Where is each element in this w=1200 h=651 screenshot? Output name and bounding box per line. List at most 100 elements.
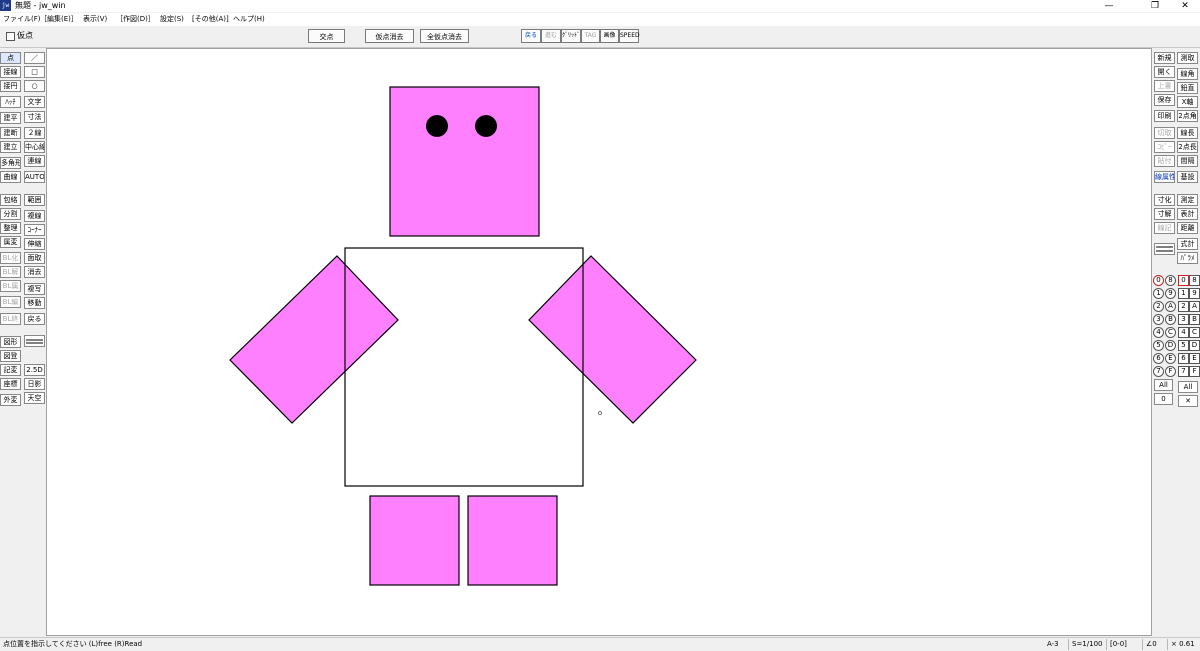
layer-0-button[interactable]: 0 — [1153, 275, 1164, 286]
tool-block-edit[interactable]: BL編 — [0, 296, 21, 308]
tool-parametric[interactable]: ﾊﾟﾗﾒ — [1177, 252, 1198, 264]
layer-8-button[interactable]: 8 — [1165, 275, 1176, 286]
tool-center-line[interactable]: 中心線 — [24, 141, 45, 153]
group-4-button[interactable]: 4 — [1178, 327, 1189, 338]
tool-polygon[interactable]: 多角形 — [0, 157, 21, 169]
group-f-button[interactable]: F — [1189, 366, 1200, 377]
paper-size[interactable]: A-3 — [1047, 639, 1059, 650]
tool-block-end[interactable]: BL終 — [0, 313, 21, 325]
tag-button[interactable]: TAG — [581, 29, 600, 43]
tool-building-plan[interactable]: 建平 — [0, 112, 21, 124]
tool-print[interactable]: 印刷 — [1154, 110, 1175, 122]
tool-double-line[interactable]: ２線 — [24, 127, 45, 139]
group-7-button[interactable]: 7 — [1178, 366, 1189, 377]
group-8-button[interactable]: 8 — [1189, 275, 1200, 286]
speed-button[interactable]: SPEED — [619, 29, 640, 43]
group-b-button[interactable]: B — [1189, 314, 1200, 325]
tool-building-elevation[interactable]: 建立 — [0, 141, 21, 153]
tool-open[interactable]: 開く — [1154, 66, 1175, 78]
tool-building-section[interactable]: 建断 — [0, 127, 21, 139]
tool-move[interactable]: 移動 — [24, 297, 45, 309]
group-a-button[interactable]: A — [1189, 301, 1200, 312]
layer-indicator[interactable]: [0-0] — [1106, 639, 1127, 650]
tool-coordinates[interactable]: 座標 — [0, 378, 21, 390]
menu-view[interactable]: 表示(V) — [83, 13, 107, 26]
tool-block-make[interactable]: BL化 — [0, 252, 21, 264]
layer-1-button[interactable]: 1 — [1153, 288, 1164, 299]
menu-settings[interactable]: 設定(S) — [160, 13, 184, 26]
layer-all-button[interactable]: All — [1154, 379, 1173, 391]
tool-block-attribute[interactable]: BL属 — [0, 280, 21, 292]
tool-envelope[interactable]: 包絡 — [0, 194, 21, 206]
robot-left-leg[interactable] — [369, 495, 460, 586]
tool-overwrite[interactable]: 上書 — [1154, 80, 1175, 92]
grid-button[interactable]: ｸﾞﾘｯﾄﾞ — [561, 29, 581, 43]
group-x-button[interactable]: ✕ — [1178, 395, 1198, 407]
layer-b-button[interactable]: B — [1165, 314, 1176, 325]
layer-d-button[interactable]: D — [1165, 340, 1176, 351]
robot-right-arm[interactable] — [528, 255, 697, 424]
line-indicator[interactable] — [1154, 243, 1175, 255]
tool-dimension[interactable]: 寸法 — [24, 111, 45, 123]
temp-point-checkbox[interactable] — [6, 32, 15, 41]
tool-tangent[interactable]: 接線 — [0, 66, 21, 78]
tool-sun-shadow[interactable]: 日影 — [24, 378, 45, 390]
tool-copy-clipboard[interactable]: ｺﾋﾟｰ — [1154, 141, 1175, 153]
tool-rectangle[interactable]: □ — [24, 66, 45, 78]
tool-distance[interactable]: 距離 — [1177, 222, 1198, 234]
tool-measure[interactable]: 測定 — [1177, 194, 1198, 206]
group-9-button[interactable]: 9 — [1189, 288, 1200, 299]
undo-button[interactable]: 戻る — [521, 29, 541, 43]
group-1-button[interactable]: 1 — [1178, 288, 1189, 299]
robot-left-arm[interactable] — [229, 255, 399, 424]
tool-offset[interactable]: 複線 — [24, 210, 45, 222]
layer-c-button[interactable]: C — [1165, 327, 1176, 338]
line-type-indicator[interactable] — [24, 335, 45, 347]
tool-line-record[interactable]: 線記 — [1154, 222, 1175, 234]
tool-tangent-circle[interactable]: 接円 — [0, 80, 21, 92]
layer-e-button[interactable]: E — [1165, 353, 1176, 364]
tool-connect-line[interactable]: 連線 — [24, 155, 45, 167]
group-6-button[interactable]: 6 — [1178, 353, 1189, 364]
angle-indicator[interactable]: ∠0 — [1142, 639, 1157, 650]
minimize-button[interactable]: — — [1094, 0, 1124, 12]
tool-attribute-change[interactable]: 属変 — [0, 236, 21, 248]
tool-x-axis[interactable]: X軸 — [1177, 96, 1198, 108]
tool-erase[interactable]: 消去 — [24, 266, 45, 278]
tool-split[interactable]: 分割 — [0, 208, 21, 220]
tool-line-length[interactable]: 線長 — [1177, 127, 1198, 139]
menu-edit[interactable]: ［編集(E)］ — [40, 13, 78, 26]
image-button[interactable]: 画像 — [600, 29, 619, 43]
tool-two-point-angle[interactable]: 2点角 — [1177, 110, 1198, 122]
tool-two-point-length[interactable]: 2点長 — [1177, 141, 1198, 153]
scale-indicator[interactable]: S=1/100 — [1068, 639, 1102, 650]
group-5-button[interactable]: 5 — [1178, 340, 1189, 351]
tool-copy[interactable]: 複写 — [24, 283, 45, 295]
robot-left-eye[interactable] — [426, 115, 448, 137]
tool-figure[interactable]: 図形 — [0, 336, 21, 348]
tool-save[interactable]: 保存 — [1154, 94, 1175, 106]
tool-symbol-change[interactable]: 記変 — [0, 364, 21, 376]
tool-table-calc[interactable]: 表計 — [1177, 208, 1198, 220]
layer-3-button[interactable]: 3 — [1153, 314, 1164, 325]
erase-temp-point-button[interactable]: 仮点消去 — [365, 29, 414, 43]
tool-hatch[interactable]: ﾊｯﾁ — [0, 96, 21, 108]
layer-9-button[interactable]: 9 — [1165, 288, 1176, 299]
tool-auto[interactable]: AUTO — [24, 171, 45, 183]
tool-stretch[interactable]: 伸縮 — [24, 238, 45, 250]
tool-new[interactable]: 新規 — [1154, 52, 1175, 64]
layer-6-button[interactable]: 6 — [1153, 353, 1164, 364]
layer-5-button[interactable]: 5 — [1153, 340, 1164, 351]
erase-all-temp-points-button[interactable]: 全仮点消去 — [420, 29, 469, 43]
drawing-canvas[interactable] — [46, 48, 1152, 636]
robot-body[interactable] — [344, 247, 584, 487]
tool-range[interactable]: 範囲 — [24, 194, 45, 206]
tool-interval[interactable]: 間隔 — [1177, 155, 1198, 167]
tool-external-change[interactable]: 外変 — [0, 394, 21, 406]
tool-sky[interactable]: 天空 — [24, 392, 45, 404]
menu-help[interactable]: ヘルプ(H) — [233, 13, 265, 26]
tool-figure-register[interactable]: 図登 — [0, 350, 21, 362]
zoom-indicator[interactable]: × 0.61 — [1167, 639, 1195, 650]
robot-right-leg[interactable] — [467, 495, 558, 586]
tool-undo[interactable]: 戻る — [24, 313, 45, 325]
